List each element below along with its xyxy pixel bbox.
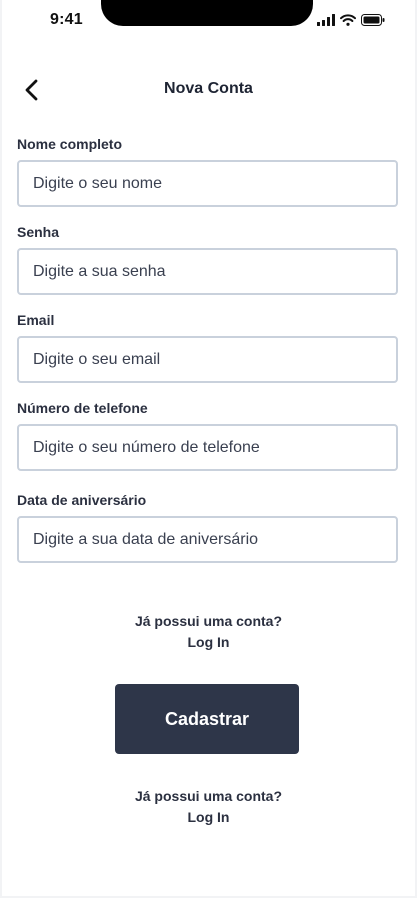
wifi-icon: [340, 13, 356, 31]
full-name-label: Nome completo: [17, 136, 123, 152]
password-label: Senha: [17, 224, 60, 240]
phone-label: Número de telefone: [17, 400, 148, 416]
phone-input[interactable]: [17, 424, 398, 471]
page-title: Nova Conta: [164, 80, 253, 97]
login-link-top-row: Log In: [2, 634, 415, 650]
register-button[interactable]: Cadastrar: [115, 684, 299, 754]
email-label: Email: [17, 312, 55, 328]
device-notch: [101, 0, 313, 26]
full-name-input[interactable]: [17, 160, 398, 207]
login-prompt-bottom-question: Já possui uma conta?: [134, 788, 283, 804]
email-input[interactable]: [17, 336, 398, 383]
login-link-bottom[interactable]: Log In: [188, 809, 230, 825]
birthday-input[interactable]: [17, 516, 398, 563]
status-time: 9:41: [50, 11, 83, 28]
phone-screen: 9:41 Nova Conta Nome completo Digite o s…: [2, 0, 415, 896]
battery-icon: [361, 13, 385, 31]
login-link-bottom-row: Log In: [2, 809, 415, 825]
status-icons: [317, 13, 385, 31]
password-input[interactable]: [17, 248, 398, 295]
login-prompt-top-question: Já possui uma conta?: [134, 613, 283, 629]
signal-icon: [317, 13, 335, 31]
birthday-label: Data de aniversário: [17, 492, 147, 508]
login-link-top[interactable]: Log In: [188, 634, 230, 650]
